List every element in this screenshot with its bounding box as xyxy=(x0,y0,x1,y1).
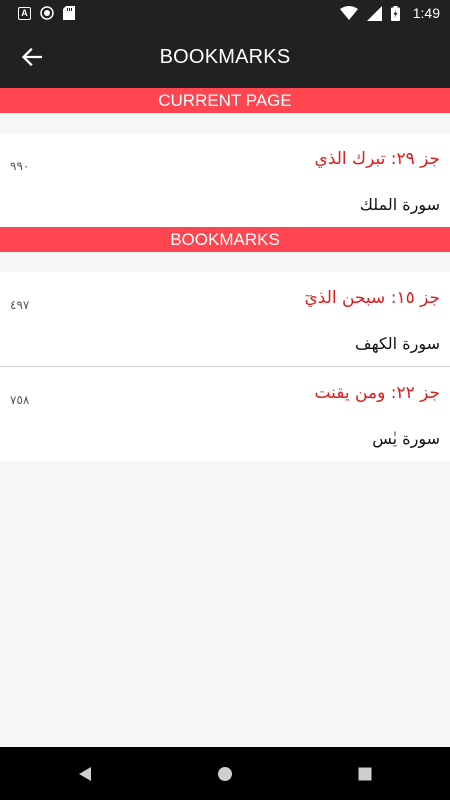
bookmarks-header: BOOKMARKS xyxy=(0,227,450,252)
status-right: 1:49 xyxy=(339,5,440,21)
app-bar: BOOKMARKS xyxy=(0,26,450,88)
page-title: BOOKMARKS xyxy=(159,45,291,68)
juz-label: جز ١٥: سبحن الذيٓ xyxy=(304,288,440,308)
wifi-icon xyxy=(339,6,358,20)
signal-icon xyxy=(366,5,382,21)
bookmark-item[interactable]: جز ١٥: سبحن الذيٓ ٤٩٧ سورة الكهف xyxy=(0,272,450,366)
status-left: A xyxy=(18,6,340,20)
battery-icon xyxy=(390,5,400,21)
page-number: ٧٥٨ xyxy=(10,393,30,407)
a-notification-icon: A xyxy=(18,6,31,20)
back-button[interactable] xyxy=(12,37,52,77)
arrow-back-icon xyxy=(22,47,42,67)
current-page-header: CURRENT PAGE xyxy=(0,88,450,113)
recents-square-icon xyxy=(358,767,372,780)
system-nav-bar xyxy=(0,747,450,800)
nav-back-button[interactable] xyxy=(65,754,105,794)
nav-home-button[interactable] xyxy=(205,754,245,794)
back-triangle-icon xyxy=(79,766,91,781)
section-spacer xyxy=(0,113,450,133)
section-spacer xyxy=(0,252,450,272)
circle-notification-icon xyxy=(40,6,54,20)
surah-name: سورة يٰس xyxy=(372,429,440,448)
status-bar: A 1:49 xyxy=(0,0,450,26)
bookmark-item[interactable]: جز ٢٢: ومن يقنت ٧٥٨ سورة يٰس xyxy=(0,367,450,461)
sd-card-icon xyxy=(63,6,75,20)
juz-label: جز ٢٢: ومن يقنت xyxy=(314,383,440,403)
home-circle-icon xyxy=(218,766,232,781)
status-time: 1:49 xyxy=(412,5,440,21)
surah-name: سورة الملك xyxy=(359,195,440,214)
current-page-item[interactable]: جز ٢٩: تبرك الذي ٩٩٠ سورة الملك xyxy=(0,133,450,227)
nav-recents-button[interactable] xyxy=(345,754,385,794)
page-number: ٩٩٠ xyxy=(10,159,30,173)
juz-label: جز ٢٩: تبرك الذي xyxy=(314,149,440,169)
page-number: ٤٩٧ xyxy=(10,298,30,312)
surah-name: سورة الكهف xyxy=(355,334,440,353)
